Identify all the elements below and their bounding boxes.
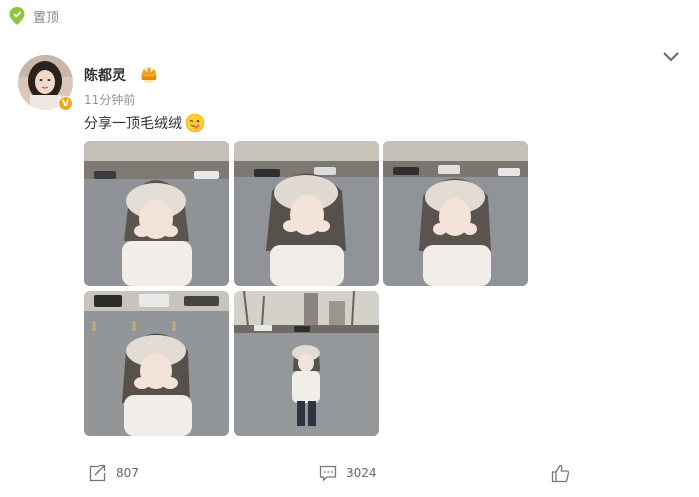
crown-icon[interactable] [138,64,160,84]
verified-badge: V [58,96,73,111]
repost-button[interactable]: 807 [89,462,139,484]
like-button[interactable] [551,462,570,484]
chevron-down-icon[interactable] [662,50,680,64]
post-text: 分享一顶毛绒绒 [84,113,205,133]
comment-count: 3024 [346,466,377,480]
author-name[interactable]: 陈都灵 [84,65,126,85]
pin-location-icon [9,7,25,25]
post-photo-5[interactable] [234,291,379,436]
repost-icon [89,464,107,482]
repost-count: 807 [116,466,139,480]
pinned-label: 置顶 [33,10,60,26]
comment-icon [319,465,337,482]
thumbs-up-icon [551,464,570,482]
post-timestamp[interactable]: 11分钟前 [84,91,135,108]
pinned-indicator: 置顶 [8,6,59,26]
post-photo-2[interactable] [234,141,379,286]
post-photo-4[interactable] [84,291,229,436]
post-photo-1[interactable] [84,141,229,286]
wink-tongue-emoji-icon [185,113,205,133]
post-photo-3[interactable] [383,141,528,286]
comment-button[interactable]: 3024 [319,462,377,484]
post-text-content: 分享一顶毛绒绒 [84,116,182,132]
